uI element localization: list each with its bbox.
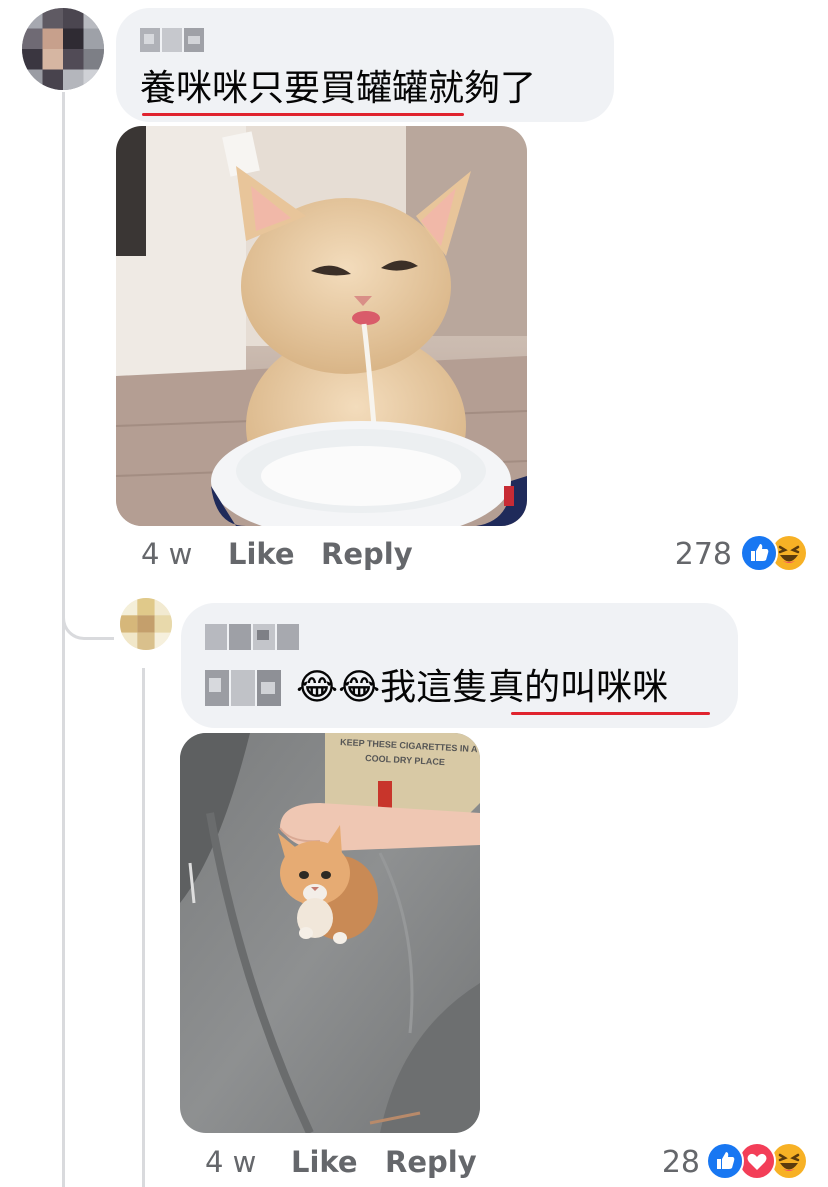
text-underline: [142, 113, 464, 116]
reaction-count[interactable]: 278: [640, 537, 732, 572]
reply-button[interactable]: Reply: [321, 537, 413, 571]
like-button[interactable]: Like: [228, 537, 295, 571]
comment-text: 養咪咪只要買罐罐就夠了: [140, 68, 537, 109]
comment-time[interactable]: 4 w: [205, 1145, 256, 1179]
thread-line-reply: [142, 668, 145, 1187]
commenter-name[interactable]: [205, 622, 301, 652]
like-icon: [740, 534, 778, 572]
reply-button[interactable]: Reply: [385, 1145, 477, 1179]
like-icon: [706, 1142, 744, 1180]
tagged-user-name[interactable]: [205, 668, 283, 708]
comment-text: 😂😂我這隻真的叫咪咪: [296, 667, 669, 708]
thread-line-main: [62, 92, 65, 1187]
comment-time[interactable]: 4 w: [141, 537, 192, 571]
commenter-name[interactable]: [140, 26, 206, 54]
underlined-text: 真的叫咪咪: [488, 667, 669, 708]
like-button[interactable]: Like: [291, 1145, 358, 1179]
text-underline: [511, 712, 710, 715]
reaction-count[interactable]: 28: [620, 1145, 700, 1180]
underlined-text: 養咪咪只要買罐罐: [140, 68, 429, 109]
comment-image-cat-drinking-milk[interactable]: [116, 126, 527, 526]
avatar[interactable]: [22, 8, 104, 90]
comment-image-kitten-petted[interactable]: KEEP THESE CIGARETTES IN A COOL DRY PLAC…: [180, 733, 480, 1133]
thread-line-branch: [62, 598, 114, 640]
avatar[interactable]: [120, 598, 172, 650]
